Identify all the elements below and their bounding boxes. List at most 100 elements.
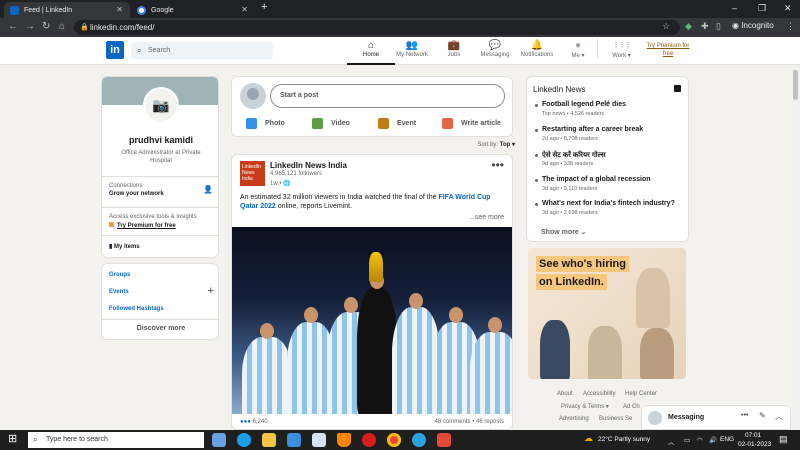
try-premium-link[interactable]: Try Premium for free — [644, 42, 692, 58]
footer-accessibility[interactable]: Accessibility — [583, 391, 616, 397]
footer-privacy[interactable]: Privacy & Terms ▾ — [561, 403, 609, 410]
edge-icon[interactable] — [237, 433, 251, 447]
footer-advertising[interactable]: Advertising — [559, 416, 589, 422]
browser-tab-bar: Feed | LinkedIn ✕ Google ✕ + – ❐ ✕ — [0, 0, 800, 18]
scroll-thumb[interactable] — [793, 70, 798, 100]
linkedin-news-logo[interactable]: LinkedIn News India — [240, 161, 265, 186]
search-input[interactable]: ⌕ Search — [131, 42, 273, 59]
comments-reposts-count[interactable]: 48 comments • 46 reposts — [435, 419, 504, 425]
incognito-label[interactable]: ◉ Incognito — [732, 21, 774, 30]
app-icon[interactable] — [312, 433, 326, 447]
minimize-button[interactable]: – — [732, 3, 737, 13]
forward-icon[interactable]: → — [25, 21, 35, 33]
profile-avatar[interactable]: 📷 — [143, 87, 179, 123]
news-headline: Restarting after a career break — [542, 126, 644, 133]
reactions-value: 6,240 — [252, 419, 268, 425]
nav-messaging[interactable]: 💬 Messaging — [471, 39, 519, 58]
footer-business[interactable]: Business Se — [599, 416, 632, 422]
reaction-icons: ●●● — [240, 419, 251, 425]
tray-chevron-icon[interactable]: ︿ — [668, 436, 675, 446]
post-image[interactable] — [232, 227, 512, 414]
tab-linkedin[interactable]: Feed | LinkedIn ✕ — [4, 2, 130, 18]
extension-icon[interactable]: ◆ — [685, 21, 692, 32]
info-icon[interactable] — [674, 85, 681, 92]
reload-icon[interactable]: ↻ — [42, 21, 50, 33]
photo-button[interactable]: Photo — [246, 118, 285, 129]
write-article-button[interactable]: Write article — [442, 118, 501, 129]
post-menu-icon[interactable]: ••• — [491, 158, 504, 172]
weather-text[interactable]: 22°C Partly sunny — [598, 436, 650, 443]
home-icon[interactable]: ⌂ — [59, 21, 65, 33]
add-event-icon[interactable]: + — [208, 285, 214, 297]
page-scrollbar[interactable] — [791, 65, 800, 430]
back-icon[interactable]: ← — [8, 21, 18, 33]
compose-message-icon[interactable]: ✎ — [759, 411, 766, 420]
post-text: An estimated 32 million viewers in India… — [240, 193, 506, 211]
nav-work[interactable]: ⋮⋮⋮ Work ▾ — [597, 39, 645, 59]
app-icon[interactable] — [287, 433, 301, 447]
events-link[interactable]: Events — [109, 289, 129, 295]
my-items-link[interactable]: ▮ My items — [109, 243, 140, 250]
language-indicator[interactable]: ENG — [720, 436, 734, 443]
windows-start-icon[interactable]: ⊞ — [8, 434, 17, 445]
see-more-link[interactable]: ...see more — [469, 214, 504, 221]
network-icon: 👥 — [405, 40, 419, 51]
messaging-more-icon[interactable]: ••• — [741, 412, 748, 419]
opera-icon[interactable] — [362, 433, 376, 447]
connections-row[interactable]: Connections Grow your network 👤 — [109, 183, 213, 197]
extensions-puzzle-icon[interactable]: ✚ — [701, 21, 709, 32]
taskbar-search-input[interactable]: ⌕ Type here to search — [28, 432, 204, 448]
user-avatar[interactable] — [240, 83, 266, 109]
tab-google[interactable]: Google ✕ — [131, 2, 255, 18]
my-items-label: My items — [113, 244, 140, 250]
wifi-icon[interactable]: ◠ — [697, 436, 703, 444]
file-explorer-icon[interactable] — [262, 433, 276, 447]
notifications-icon[interactable]: ▤ — [779, 434, 788, 445]
vlc-icon[interactable] — [337, 433, 351, 447]
collapse-icon[interactable]: ︿ — [775, 411, 783, 422]
nav-me[interactable]: ● Me ▾ — [554, 39, 602, 59]
discover-more-button[interactable]: Discover more — [102, 325, 220, 332]
sort-by-control[interactable]: Sort by: Top ▾ — [400, 141, 515, 148]
app-icon[interactable] — [412, 433, 426, 447]
hiring-ad[interactable]: See who's hiring on LinkedIn. — [528, 248, 686, 379]
bookmark-star-icon[interactable]: ☆ — [662, 21, 670, 32]
clock-date[interactable]: 02-01-2023 — [738, 441, 771, 448]
profile-name[interactable]: prudhvi kamidi — [102, 135, 218, 145]
chrome-icon[interactable] — [387, 433, 401, 447]
app-icon[interactable] — [437, 433, 451, 447]
close-window-button[interactable]: ✕ — [784, 3, 792, 14]
premium-promo-link[interactable]: Try Premium for free — [109, 222, 176, 229]
followed-hashtags-link[interactable]: Followed Hashtags — [109, 306, 164, 312]
network-tray-icon[interactable]: ▭ — [684, 436, 690, 444]
maximize-button[interactable]: ❐ — [758, 3, 766, 14]
profile-card: 📷 prudhvi kamidi Office Administrator at… — [101, 76, 219, 258]
tab-title: Feed | LinkedIn — [24, 6, 73, 14]
url-input[interactable]: 🔒 linkedin.com/feed/ — [74, 20, 680, 35]
side-panel-icon[interactable]: ▯ — [716, 21, 721, 32]
footer-about[interactable]: About — [557, 391, 573, 397]
groups-link[interactable]: Groups — [109, 272, 130, 278]
news-meta: Top news • 4,526 readers — [542, 111, 605, 117]
divider — [102, 235, 218, 236]
footer-help-center[interactable]: Help Center — [625, 391, 657, 397]
messaging-bar[interactable]: Messaging ••• ✎ ︿ — [641, 405, 791, 430]
close-tab-icon[interactable]: ✕ — [241, 5, 248, 14]
new-tab-button[interactable]: + — [261, 1, 267, 13]
start-post-button[interactable]: Start a post — [270, 84, 505, 108]
footer-adchoices[interactable]: Ad Ch — [623, 404, 640, 410]
task-view-icon[interactable] — [212, 433, 226, 447]
nav-label: My Network — [396, 52, 428, 58]
volume-icon[interactable]: 🔊 — [709, 436, 717, 444]
clock-time[interactable]: 07:01 — [745, 432, 761, 439]
nav-my-network[interactable]: 👥 My Network — [388, 39, 436, 58]
show-more-button[interactable]: Show more ⌄ — [541, 228, 587, 236]
nav-label: Jobs — [447, 52, 461, 58]
reaction-count[interactable]: ●●● 6,240 — [240, 419, 268, 425]
event-button[interactable]: Event — [378, 118, 416, 129]
post-author[interactable]: LinkedIn News India — [270, 161, 347, 170]
linkedin-logo[interactable]: in — [106, 41, 124, 59]
chrome-menu-icon[interactable]: ⋮ — [786, 21, 795, 32]
close-tab-icon[interactable]: ✕ — [116, 5, 123, 14]
video-button[interactable]: Video — [312, 118, 350, 129]
